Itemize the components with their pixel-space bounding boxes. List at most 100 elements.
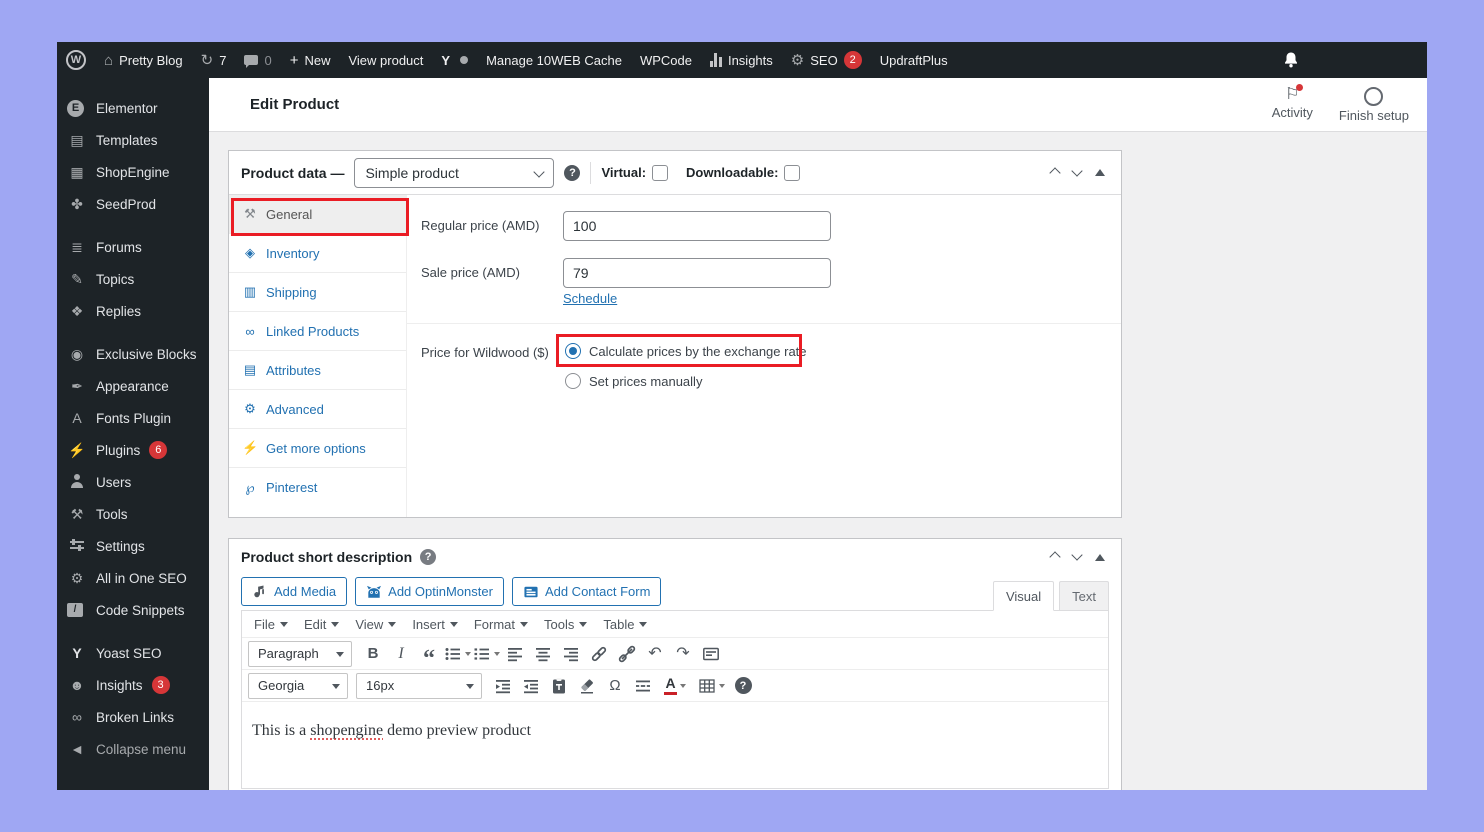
help-button[interactable]: ? (730, 673, 756, 699)
tab-get-more-options[interactable]: ⚡Get more options (229, 429, 406, 468)
tab-shipping[interactable]: ▥Shipping (229, 273, 406, 312)
radio-selected-icon[interactable] (565, 343, 581, 359)
schedule-link[interactable]: Schedule (563, 291, 617, 306)
sidebar-item-users[interactable]: Users (57, 466, 209, 498)
tab-attributes[interactable]: ▤Attributes (229, 351, 406, 390)
product-type-help-icon[interactable]: ? (564, 165, 580, 181)
undo-button[interactable]: ↶ (642, 641, 668, 667)
sidebar-item-forums[interactable]: ≣Forums (57, 231, 209, 263)
text-color-button[interactable]: A (658, 673, 692, 699)
sidebar-item-exclusive-blocks[interactable]: ◉Exclusive Blocks (57, 338, 209, 370)
sidebar-item-code-snippets[interactable]: /Code Snippets (57, 594, 209, 626)
sidebar-item-tools[interactable]: ⚒Tools (57, 498, 209, 530)
special-character-button[interactable]: Ω (602, 673, 628, 699)
toggle-panel-icon[interactable] (1095, 169, 1105, 176)
visual-tab[interactable]: Visual (993, 581, 1054, 611)
product-type-select[interactable]: Simple product (354, 158, 554, 188)
manage-cache-link[interactable]: Manage 10WEB Cache (477, 42, 631, 78)
sale-price-input[interactable] (563, 258, 831, 288)
menu-view[interactable]: View (347, 611, 404, 638)
sidebar-item-yoast-seo[interactable]: YYoast SEO (57, 637, 209, 669)
updraftplus-menu[interactable]: UpdraftPlus (871, 42, 957, 78)
sidebar-item-templates[interactable]: ▤Templates (57, 124, 209, 156)
sidebar-item-fonts-plugin[interactable]: AFonts Plugin (57, 402, 209, 434)
align-left-button[interactable] (502, 641, 528, 667)
finish-setup-button[interactable]: Finish setup (1339, 87, 1409, 123)
regular-price-input[interactable] (563, 211, 831, 241)
font-size-select[interactable]: 16px (356, 673, 482, 699)
sidebar-item-settings[interactable]: Settings (57, 530, 209, 562)
tab-advanced[interactable]: ⚙Advanced (229, 390, 406, 429)
menu-table[interactable]: Table (595, 611, 655, 638)
toggle-panel-icon[interactable] (1095, 554, 1105, 561)
radio-exchange-rate[interactable]: Calculate prices by the exchange rate (565, 343, 807, 359)
toolbar-toggle-button[interactable] (698, 641, 724, 667)
sidebar-item-seedprod[interactable]: ✤SeedProd (57, 188, 209, 220)
outdent-button[interactable] (490, 673, 516, 699)
font-family-select[interactable]: Georgia (248, 673, 348, 699)
insights-menu[interactable]: Insights (701, 42, 782, 78)
new-content-menu[interactable]: +New (281, 42, 340, 78)
numbered-list-button[interactable] (473, 641, 500, 667)
read-more-button[interactable] (630, 673, 656, 699)
sidebar-item-appearance[interactable]: ✒Appearance (57, 370, 209, 402)
table-button[interactable] (694, 673, 728, 699)
sidebar-item-broken-links[interactable]: ∞Broken Links (57, 701, 209, 733)
text-tab[interactable]: Text (1059, 581, 1109, 611)
view-product-link[interactable]: View product (339, 42, 432, 78)
menu-insert[interactable]: Insert (404, 611, 466, 638)
bold-button[interactable]: B (360, 641, 386, 667)
redo-button[interactable]: ↷ (670, 641, 696, 667)
align-center-button[interactable] (530, 641, 556, 667)
tab-general[interactable]: ⚒General (229, 195, 406, 234)
italic-button[interactable]: I (388, 641, 414, 667)
tab-pinterest[interactable]: ℘Pinterest (229, 468, 406, 507)
menu-file[interactable]: File (246, 611, 296, 638)
remove-link-button[interactable] (614, 641, 640, 667)
collapse-menu-button[interactable]: ◄Collapse menu (57, 733, 209, 765)
updates-link[interactable]: ↻7 (192, 42, 236, 78)
wpcode-menu[interactable]: WPCode (631, 42, 701, 78)
add-contact-form-button[interactable]: Add Contact Form (512, 577, 662, 606)
radio-unselected-icon[interactable] (565, 373, 581, 389)
activity-button[interactable]: ⚐ Activity (1272, 87, 1313, 123)
wordpress-menu[interactable]: W (57, 42, 95, 78)
add-optinmonster-button[interactable]: Add OptinMonster (355, 577, 504, 606)
editor-content-area[interactable]: This is a shopengine demo preview produc… (242, 702, 1108, 788)
radio-set-manually[interactable]: Set prices manually (565, 373, 702, 389)
sidebar-item-elementor[interactable]: EElementor (57, 92, 209, 124)
add-media-button[interactable]: Add Media (241, 577, 347, 606)
align-right-button[interactable] (558, 641, 584, 667)
paragraph-format-select[interactable]: Paragraph (248, 641, 352, 667)
notifications-button[interactable] (1273, 42, 1309, 78)
yoast-menu[interactable]: Y (432, 42, 477, 78)
sidebar-item-topics[interactable]: ✎Topics (57, 263, 209, 295)
sidebar-item-aioseo[interactable]: ⚙All in One SEO (57, 562, 209, 594)
virtual-checkbox[interactable] (652, 165, 668, 181)
menu-edit[interactable]: Edit (296, 611, 347, 638)
blockquote-button[interactable]: “ (416, 641, 442, 667)
paste-as-text-button[interactable] (546, 673, 572, 699)
move-up-icon[interactable] (1049, 551, 1060, 562)
sidebar-item-shopengine[interactable]: ▦ShopEngine (57, 156, 209, 188)
tab-inventory[interactable]: ◈Inventory (229, 234, 406, 273)
move-up-icon[interactable] (1049, 167, 1060, 178)
downloadable-checkbox[interactable] (784, 165, 800, 181)
tab-linked-products[interactable]: ∞Linked Products (229, 312, 406, 351)
move-down-icon[interactable] (1071, 549, 1082, 560)
comments-link[interactable]: 0 (235, 42, 280, 78)
move-down-icon[interactable] (1071, 165, 1082, 176)
menu-format[interactable]: Format (466, 611, 536, 638)
bullet-list-button[interactable] (444, 641, 471, 667)
site-name-link[interactable]: ⌂Pretty Blog (95, 42, 192, 78)
sidebar-item-replies[interactable]: ❖Replies (57, 295, 209, 327)
short-description-help-icon[interactable]: ? (420, 549, 436, 565)
sidebar-item-insights[interactable]: ☻Insights3 (57, 669, 209, 701)
clear-formatting-button[interactable] (574, 673, 600, 699)
virtual-checkbox-label[interactable]: Virtual: (601, 165, 668, 181)
downloadable-checkbox-label[interactable]: Downloadable: (686, 165, 800, 181)
insert-link-button[interactable] (586, 641, 612, 667)
indent-button[interactable] (518, 673, 544, 699)
menu-tools[interactable]: Tools (536, 611, 595, 638)
seo-menu[interactable]: ⚙SEO2 (782, 42, 871, 78)
